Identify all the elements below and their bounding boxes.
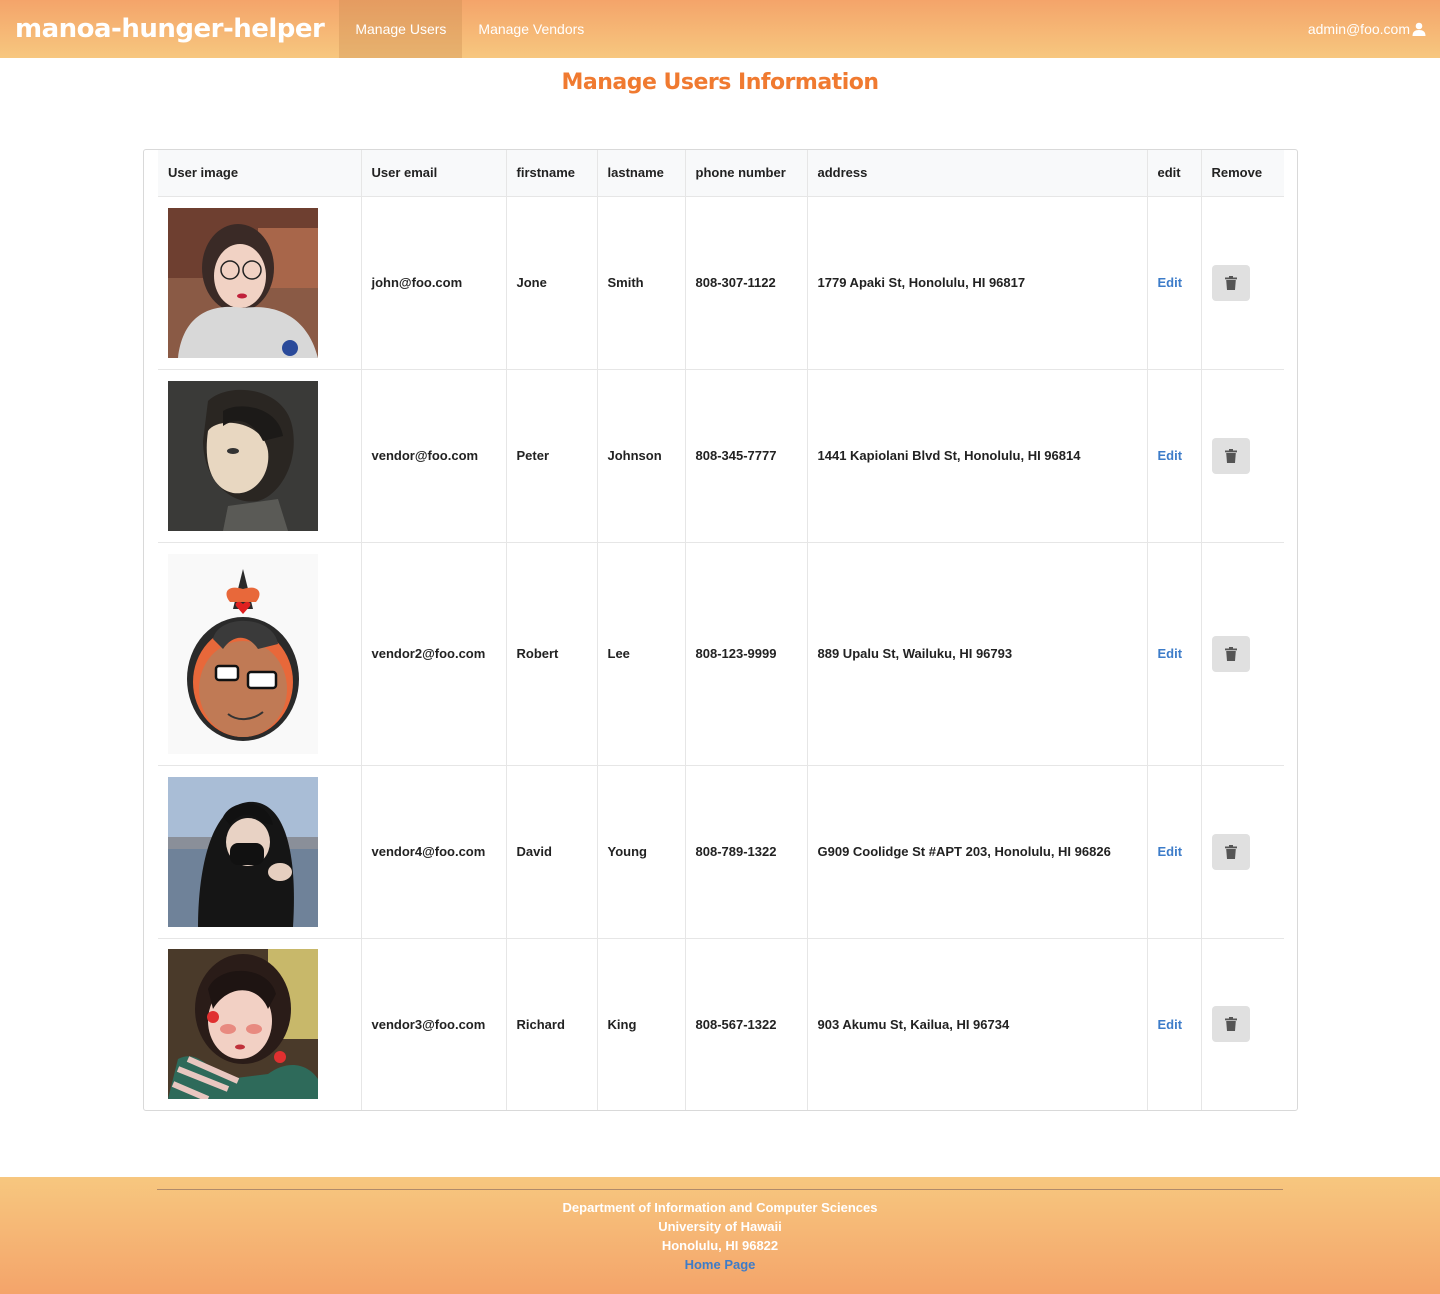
nav-manage-users[interactable]: Manage Users (339, 0, 463, 58)
cell-lastname: Lee (597, 542, 686, 766)
cell-phone: 808-307-1122 (685, 196, 808, 370)
table-row: vendor3@foo.com Richard King 808-567-132… (158, 938, 1284, 1110)
cell-address: 1441 Kapiolani Blvd St, Honolulu, HI 968… (807, 369, 1148, 543)
footer-home-link[interactable]: Home Page (0, 1255, 1440, 1274)
user-email[interactable]: admin@foo.com (1308, 21, 1410, 37)
cell-phone: 808-345-7777 (685, 369, 808, 543)
header-edit: edit (1147, 150, 1202, 197)
cell-email: john@foo.com (361, 196, 507, 370)
cell-email: vendor3@foo.com (361, 938, 507, 1110)
user-avatar-image (168, 380, 318, 531)
table-row: vendor2@foo.com Robert Lee 808-123-9999 … (158, 542, 1284, 766)
cell-phone: 808-123-9999 (685, 542, 808, 766)
cell-address: 1779 Apaki St, Honolulu, HI 96817 (807, 196, 1148, 370)
remove-button[interactable] (1211, 635, 1250, 672)
user-avatar-image (168, 776, 318, 927)
edit-link[interactable]: Edit (1158, 1017, 1183, 1032)
cell-lastname: Young (597, 765, 686, 939)
page-title: Manage Users Information (561, 70, 879, 95)
trash-icon (1224, 646, 1237, 661)
table-row: vendor4@foo.com David Young 808-789-1322… (158, 765, 1284, 939)
header-user-email: User email (361, 150, 507, 197)
cell-address: 903 Akumu St, Kailua, HI 96734 (807, 938, 1148, 1110)
user-menu[interactable]: admin@foo.com (1308, 0, 1440, 58)
cell-firstname: Robert (506, 542, 598, 766)
navbar: manoa-hunger-helper Manage Users Manage … (0, 0, 1440, 58)
cell-email: vendor2@foo.com (361, 542, 507, 766)
cell-firstname: David (506, 765, 598, 939)
header-phone-number: phone number (685, 150, 808, 197)
remove-button[interactable] (1211, 264, 1250, 301)
remove-button[interactable] (1211, 437, 1250, 474)
footer: Department of Information and Computer S… (0, 1177, 1440, 1294)
user-avatar-image (168, 207, 318, 358)
trash-icon (1224, 1017, 1237, 1032)
trash-icon (1224, 844, 1237, 859)
header-lastname: lastname (597, 150, 686, 197)
users-table-card: User image User email firstname lastname… (143, 149, 1298, 1111)
footer-info: Department of Information and Computer S… (0, 1198, 1440, 1274)
edit-link[interactable]: Edit (1158, 275, 1183, 290)
brand-logo[interactable]: manoa-hunger-helper (0, 0, 339, 58)
edit-link[interactable]: Edit (1158, 646, 1183, 661)
remove-button[interactable] (1211, 833, 1250, 870)
header-address: address (807, 150, 1148, 197)
user-avatar-image (168, 949, 318, 1100)
trash-icon (1224, 448, 1237, 463)
header-firstname: firstname (506, 150, 598, 197)
cell-firstname: Richard (506, 938, 598, 1110)
table-row: vendor@foo.com Peter Johnson 808-345-777… (158, 369, 1284, 543)
remove-button[interactable] (1211, 1006, 1250, 1043)
footer-university: University of Hawaii (658, 1219, 782, 1234)
header-remove: Remove (1201, 150, 1284, 197)
edit-link[interactable]: Edit (1158, 844, 1183, 859)
users-table: User image User email firstname lastname… (158, 150, 1284, 1110)
cell-lastname: Smith (597, 196, 686, 370)
footer-department: Department of Information and Computer S… (562, 1200, 878, 1215)
footer-divider (157, 1189, 1283, 1190)
user-icon[interactable] (1412, 22, 1426, 36)
cell-lastname: Johnson (597, 369, 686, 543)
header-user-image: User image (158, 150, 362, 197)
footer-address: Honolulu, HI 96822 (661, 1238, 779, 1253)
table-header-row: User image User email firstname lastname… (158, 150, 1284, 197)
cell-firstname: Peter (506, 369, 598, 543)
nav-manage-vendors[interactable]: Manage Vendors (462, 0, 600, 58)
trash-icon (1224, 275, 1237, 290)
cell-address: G909 Coolidge St #APT 203, Honolulu, HI … (807, 765, 1148, 939)
table-row: john@foo.com Jone Smith 808-307-1122 177… (158, 196, 1284, 370)
edit-link[interactable]: Edit (1158, 448, 1183, 463)
cell-phone: 808-567-1322 (685, 938, 808, 1110)
cell-email: vendor@foo.com (361, 369, 507, 543)
cell-firstname: Jone (506, 196, 598, 370)
cell-address: 889 Upalu St, Wailuku, HI 96793 (807, 542, 1148, 766)
cell-phone: 808-789-1322 (685, 765, 808, 939)
cell-email: vendor4@foo.com (361, 765, 507, 939)
user-avatar-image (168, 553, 318, 754)
cell-lastname: King (597, 938, 686, 1110)
